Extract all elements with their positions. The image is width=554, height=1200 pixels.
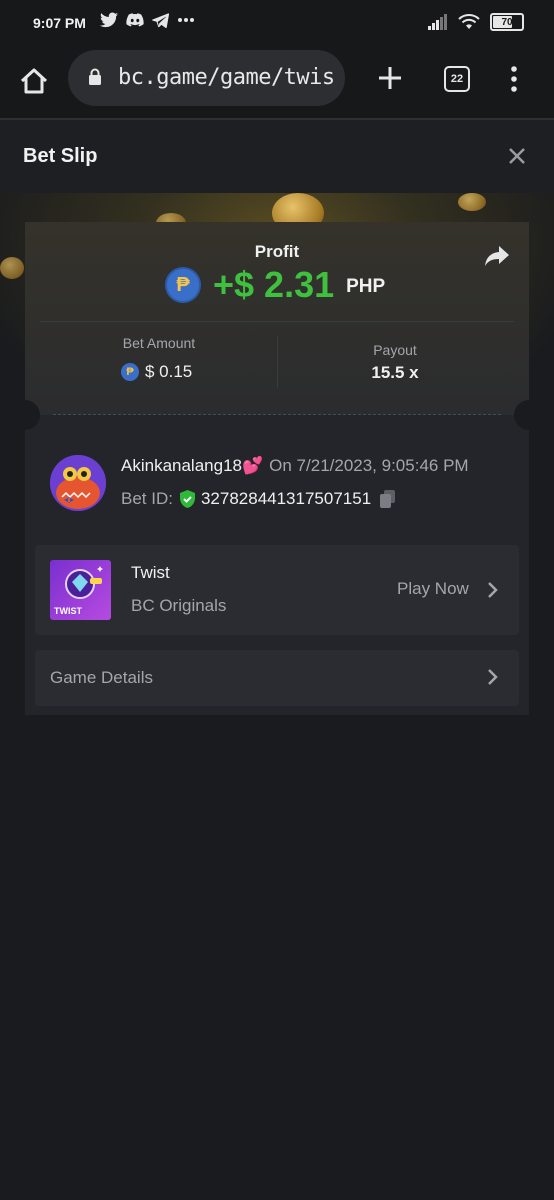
tab-switcher-button[interactable]: 22	[444, 66, 470, 92]
crocodile-avatar-icon	[50, 455, 106, 511]
divider	[277, 336, 278, 388]
battery-icon: 70	[490, 13, 524, 31]
status-time: 9:07 PM	[33, 15, 86, 31]
payout-value: 15.5 x	[371, 363, 419, 382]
wifi-icon	[458, 14, 480, 29]
dashed-divider	[53, 414, 501, 415]
chevron-right-icon[interactable]	[486, 581, 498, 599]
ticket-notch	[514, 400, 544, 430]
status-bar: 9:07 PM 70	[0, 0, 554, 48]
profit-value: +$ 2.31	[213, 264, 335, 305]
game-thumbnail-label: TWIST	[54, 606, 82, 616]
ticket-notch	[10, 400, 40, 430]
profit-currency: PHP	[346, 276, 386, 297]
peso-coin-icon: ₱	[165, 267, 201, 303]
twitter-icon	[100, 12, 118, 28]
game-details-label: Game Details	[50, 668, 153, 687]
copy-icon[interactable]	[379, 489, 397, 509]
play-now-button[interactable]: Play Now	[397, 579, 469, 599]
payout-label: Payout	[373, 342, 417, 358]
lock-icon	[89, 68, 101, 85]
bet-slip-card: Profit ₱ +$ 2.31 PHP Bet Amount ₱ $ 0.15…	[10, 222, 544, 715]
profit-label: Profit	[254, 242, 300, 261]
profit-row: ₱ +$ 2.31 PHP	[165, 264, 385, 306]
telegram-icon	[152, 12, 169, 28]
username[interactable]: Akinkanalang18💕	[121, 456, 263, 475]
bet-id-label: Bet ID:	[121, 489, 173, 508]
coin-decoration	[0, 257, 24, 279]
bet-date: On 7/21/2023, 9:05:46 PM	[269, 456, 469, 475]
chevron-right-icon[interactable]	[486, 668, 498, 686]
bet-id-row: Bet ID: 327828441317507151	[121, 489, 397, 509]
avatar[interactable]	[50, 455, 106, 511]
bet-slip-header: Bet Slip	[0, 120, 554, 193]
verified-shield-icon	[179, 490, 195, 508]
bet-amount-value: $ 0.15	[145, 362, 193, 381]
game-name: Twist	[131, 563, 170, 582]
game-thumbnail: TWIST	[50, 560, 111, 620]
share-icon[interactable]	[483, 244, 511, 268]
notification-icons	[100, 12, 195, 28]
browser-toolbar: bc.game/game/twis 22	[0, 48, 554, 120]
player-info: Akinkanalang18💕 On 7/21/2023, 9:05:46 PM	[121, 456, 469, 476]
divider	[40, 321, 514, 322]
bet-amount-label: Bet Amount	[122, 335, 196, 351]
new-tab-icon[interactable]	[375, 63, 405, 93]
url-bar[interactable]: bc.game/game/twis	[68, 50, 345, 106]
game-card[interactable]: TWIST Twist BC Originals Play Now	[35, 545, 519, 635]
discord-icon	[126, 13, 144, 27]
battery-level: 70	[501, 16, 513, 28]
coin-decoration	[458, 193, 486, 211]
profit-section: Profit ₱ +$ 2.31 PHP Bet Amount ₱ $ 0.15…	[25, 222, 529, 415]
more-dots-icon	[178, 18, 194, 22]
game-details-row[interactable]: Game Details	[35, 650, 519, 706]
overflow-menu-icon[interactable]	[508, 64, 520, 94]
url-text: bc.game/game/twis	[118, 65, 335, 90]
page-title: Bet Slip	[23, 145, 98, 167]
system-icons: 70	[428, 13, 524, 31]
signal-icon	[428, 14, 447, 30]
game-provider: BC Originals	[131, 596, 227, 615]
peso-coin-icon: ₱	[121, 363, 139, 381]
bet-id-value: 327828441317507151	[200, 489, 372, 508]
home-icon[interactable]	[18, 66, 50, 98]
close-icon[interactable]	[505, 144, 529, 168]
bet-amount-row: ₱ $ 0.15	[121, 362, 192, 382]
